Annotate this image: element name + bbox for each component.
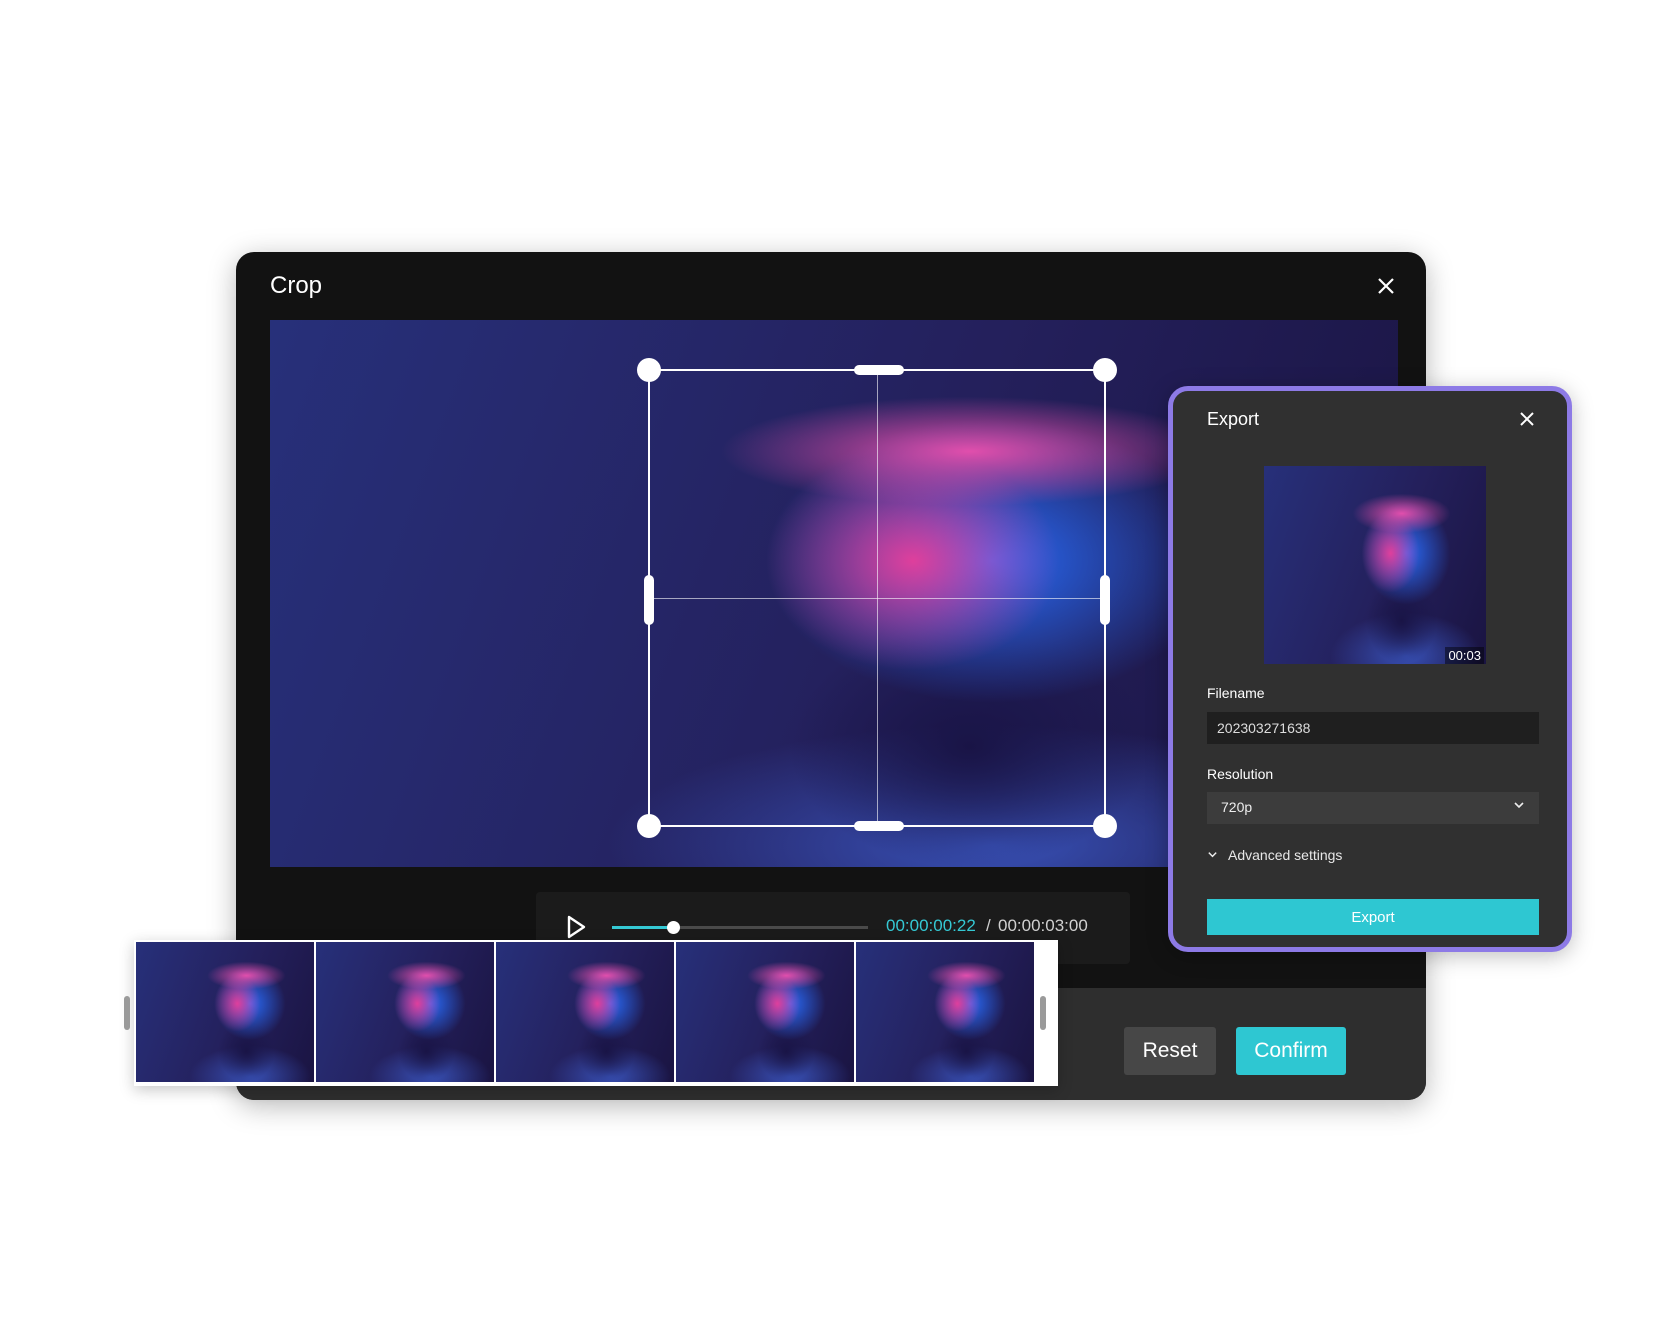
crop-handle-left[interactable] (644, 575, 654, 625)
confirm-button[interactable]: Confirm (1236, 1027, 1346, 1075)
export-button[interactable]: Export (1207, 899, 1539, 935)
filmstrip-handle-left[interactable] (124, 996, 130, 1030)
total-time: 00:00:03:00 (998, 916, 1088, 935)
filename-label: Filename (1207, 685, 1265, 701)
time-separator: / (986, 916, 991, 935)
filmstrip-handle-right[interactable] (1040, 996, 1046, 1030)
crop-handle-bottom-right[interactable] (1093, 814, 1117, 838)
export-title: Export (1207, 409, 1260, 429)
seek-slider[interactable] (612, 921, 868, 934)
filmstrip-frame (136, 942, 314, 1082)
advanced-settings-toggle[interactable]: Advanced settings (1207, 847, 1342, 863)
filmstrip-frame (496, 942, 674, 1082)
resolution-label: Resolution (1207, 766, 1274, 782)
crop-handle-top-left[interactable] (637, 358, 661, 382)
filename-input[interactable] (1207, 712, 1539, 744)
thumbnail-duration: 00:03 (1445, 647, 1484, 664)
chevron-down-icon (1513, 799, 1525, 814)
crop-handle-top[interactable] (854, 365, 904, 375)
play-icon[interactable] (564, 914, 588, 940)
crop-grid-line (650, 598, 1104, 599)
export-thumbnail: 00:03 (1264, 466, 1486, 664)
seek-progress (612, 926, 674, 929)
crop-handle-bottom[interactable] (854, 821, 904, 831)
filmstrip[interactable] (134, 940, 1058, 1086)
current-time: 00:00:00:22 (886, 916, 976, 935)
filmstrip-frames (136, 942, 1036, 1082)
resolution-select[interactable]: 720p (1207, 792, 1539, 824)
crop-handle-bottom-left[interactable] (637, 814, 661, 838)
chevron-down-icon (1207, 849, 1218, 863)
close-icon[interactable] (1374, 274, 1398, 298)
advanced-settings-label: Advanced settings (1228, 847, 1343, 863)
crop-handle-top-right[interactable] (1093, 358, 1117, 382)
export-panel: Export 00:03 Filename Resolution 720p Ad… (1168, 386, 1572, 952)
seek-knob[interactable] (667, 921, 681, 934)
close-icon[interactable] (1517, 409, 1537, 429)
crop-frame[interactable] (637, 358, 1117, 838)
resolution-value: 720p (1221, 799, 1253, 815)
reset-button[interactable]: Reset (1124, 1027, 1216, 1075)
filmstrip-frame (316, 942, 494, 1082)
crop-title: Crop (270, 272, 323, 299)
filmstrip-frame (676, 942, 854, 1082)
filmstrip-frame (856, 942, 1034, 1082)
crop-handle-right[interactable] (1100, 575, 1110, 625)
